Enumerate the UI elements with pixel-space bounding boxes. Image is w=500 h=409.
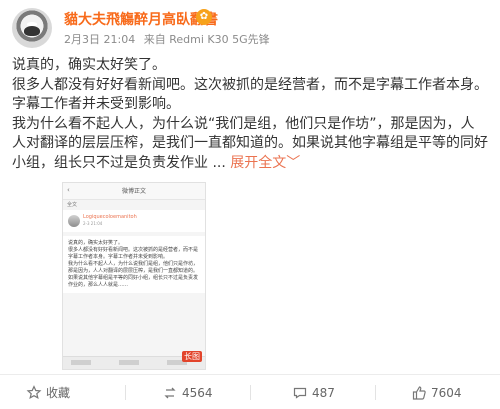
- content-paragraph-1: 说真的，确实太好笑了。: [12, 57, 166, 73]
- action-divider: [250, 385, 251, 400]
- content-ellipsis: ...: [208, 154, 231, 171]
- thumbnail-title: 微博正文: [121, 188, 146, 195]
- thumbnail-text-block: 说真的，确实太好笑了。 很多人都没有好好看新闻吧。这次被抓的是经营者，而不是字幕…: [63, 236, 205, 293]
- favorite-button[interactable]: 收藏: [26, 384, 70, 400]
- like-button[interactable]: 7604: [411, 384, 462, 400]
- post-date: 2月3日 21:04: [64, 33, 136, 46]
- thumbs-up-icon: [412, 385, 426, 400]
- comment-icon: [293, 387, 307, 399]
- content-paragraph-3: 我为什么看不起人人，为什么说“我们是组，他们只是作坊”，那是因为，人人对翻译的层…: [12, 115, 488, 174]
- thumbnail-footer-item-2: [119, 360, 139, 365]
- post-content: 说真的，确实太好笑了。 很多人都没有好好看新闻吧。这次被抓的是经营者，而不是字幕…: [12, 56, 488, 173]
- thumbnail-user-time: 2-3 21:04: [83, 221, 103, 226]
- chevron-down-icon: ﹀: [286, 154, 301, 171]
- post-source: 来自 Redmi K30 5G先锋: [143, 33, 270, 46]
- thumbnail-user-row: Logiquecoloemanitoh 2-3 21:04: [63, 210, 205, 232]
- post-meta: 2月3日 21:04 来自 Redmi K30 5G先锋: [64, 31, 275, 47]
- post-image-thumbnail[interactable]: ‹ 微博正文 全文 Logiquecoloemanitoh 2-3 21:04 …: [62, 182, 206, 370]
- comment-count: 487: [312, 385, 335, 400]
- thumbnail-line-1: 说真的，确实太好笑了。: [68, 240, 124, 246]
- thumbnail-user-name: Logiquecoloemanitoh: [83, 214, 137, 220]
- comment-button[interactable]: 487: [292, 384, 335, 400]
- content-paragraph-2: 很多人都没有好好看新闻吧。这次被抓的是经营者，而不是字幕工作者本身。字幕工作者并…: [12, 76, 488, 113]
- star-icon: [26, 384, 42, 399]
- user-avatar[interactable]: [12, 8, 52, 48]
- repost-button[interactable]: 4564: [162, 384, 213, 400]
- repost-count: 4564: [182, 385, 213, 400]
- favorite-label: 收藏: [46, 385, 71, 400]
- expand-full-text-link[interactable]: 展开全文﹀: [230, 155, 300, 171]
- thumbnail-avatar: [68, 215, 80, 227]
- thumbnail-line-3: 我为什么看不起人人，为什么说我们是组，他们只是作坊，那是因为，人人对翻译的层层压…: [68, 261, 199, 274]
- author-name[interactable]: 貓大夫飛觴醉月高臥翻書: [64, 9, 218, 29]
- member-badge-icon: ✿: [196, 9, 212, 25]
- post-action-bar: 收藏 4564 487 7604: [0, 374, 500, 409]
- repost-icon: [164, 387, 176, 398]
- post-header: 貓大夫飛觴醉月高臥翻書 ✿ 2月3日 21:04 来自 Redmi K30 5G…: [0, 0, 500, 54]
- thumbnail-footer-item-1: [71, 360, 91, 365]
- action-divider: [125, 385, 126, 400]
- thumbnail-top-bar: ‹ 微博正文: [63, 183, 205, 200]
- expand-text: 展开全文: [230, 154, 287, 171]
- like-count: 7604: [431, 385, 462, 400]
- thumbnail-section-label: 全文: [63, 200, 205, 210]
- action-divider: [375, 385, 376, 400]
- thumbnail-line-2: 很多人都没有好好看新闻吧。这次被抓的是经营者，而不是字幕工作者本身。字幕工作者并…: [68, 247, 199, 260]
- thumbnail-line-4: 如果说其他字幕组是平等的同好小组，组长只不过是负责发作业的，那么人人就是……: [68, 275, 199, 288]
- long-image-badge: 长图: [182, 351, 202, 362]
